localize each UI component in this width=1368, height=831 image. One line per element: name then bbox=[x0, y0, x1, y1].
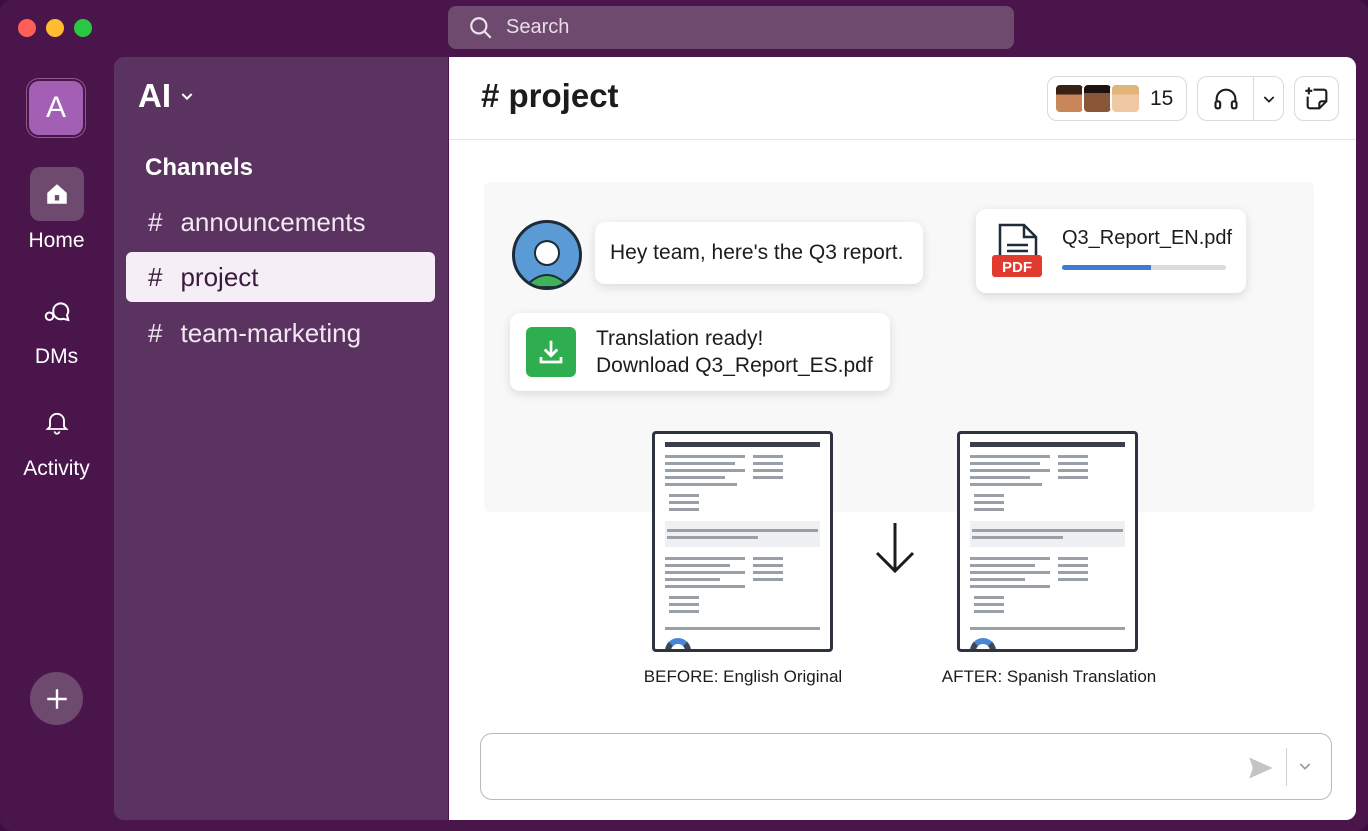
member-avatar bbox=[1054, 83, 1085, 114]
workspace-name-button[interactable]: AI bbox=[138, 77, 195, 115]
member-count: 15 bbox=[1150, 86, 1174, 110]
download-card[interactable]: Translation ready! Download Q3_Report_ES… bbox=[510, 313, 890, 391]
download-title: Translation ready! bbox=[596, 327, 764, 350]
file-attachment[interactable]: PDF Q3_Report_EN.pdf bbox=[976, 209, 1246, 293]
sidebar-item-project[interactable]: # project bbox=[126, 252, 435, 302]
sidebar-item-announcements[interactable]: # announcements bbox=[126, 197, 435, 247]
canvas-add-icon bbox=[1304, 86, 1327, 109]
download-icon bbox=[526, 327, 576, 377]
window-controls bbox=[18, 19, 92, 37]
search-icon bbox=[470, 16, 492, 39]
upload-progress-fill bbox=[1062, 265, 1151, 270]
rail-label-dms: DMs bbox=[34, 345, 79, 368]
chevron-down-icon bbox=[181, 93, 193, 101]
close-window-button[interactable] bbox=[18, 19, 36, 37]
workspace-rail: A Home DMs Activity bbox=[0, 57, 113, 831]
headphones-icon bbox=[1213, 88, 1238, 109]
sidebar-item-team-marketing[interactable]: # team-marketing bbox=[126, 308, 435, 358]
rail-label-activity: Activity bbox=[23, 457, 90, 480]
channel-header: # project 15 bbox=[449, 57, 1356, 140]
hash-icon: # bbox=[148, 206, 163, 237]
members-button[interactable]: 15 bbox=[1047, 76, 1187, 121]
member-avatar bbox=[1110, 83, 1141, 114]
user-avatar[interactable] bbox=[512, 220, 582, 290]
hash-icon: # bbox=[148, 261, 163, 292]
bell-icon bbox=[30, 395, 84, 449]
huddle-button[interactable] bbox=[1198, 85, 1253, 113]
upload-progress-bar bbox=[1062, 265, 1226, 270]
page-title[interactable]: # project bbox=[481, 77, 619, 115]
channel-label: team-marketing bbox=[180, 317, 362, 348]
workspace-name: AI bbox=[138, 77, 171, 114]
rail-item-dms[interactable]: DMs bbox=[0, 283, 113, 369]
message-text: Hey team, here's the Q3 report. bbox=[610, 241, 904, 264]
search-placeholder: Search bbox=[506, 16, 570, 38]
rail-item-activity[interactable]: Activity bbox=[0, 395, 113, 481]
message-bubble: Hey team, here's the Q3 report. bbox=[595, 222, 923, 284]
rail-label-home: Home bbox=[28, 229, 85, 252]
donut-chart-icon bbox=[665, 638, 691, 649]
add-workspace-button[interactable] bbox=[30, 672, 83, 725]
pdf-file-icon: PDF bbox=[992, 223, 1042, 277]
home-icon bbox=[29, 167, 84, 221]
dms-icon bbox=[30, 283, 84, 337]
workspace-avatar[interactable]: A bbox=[29, 81, 83, 135]
member-avatar bbox=[1082, 83, 1113, 114]
arrow-down-icon bbox=[873, 519, 917, 582]
huddle-options-button[interactable] bbox=[1254, 91, 1283, 107]
chevron-down-icon bbox=[1263, 95, 1274, 103]
channel-sidebar: AI Channels # announcements # project # … bbox=[114, 57, 448, 820]
maximize-window-button[interactable] bbox=[74, 19, 92, 37]
app-window: Search A Home DMs Activity AI Channels #… bbox=[0, 0, 1368, 831]
before-caption: BEFORE: English Original bbox=[643, 667, 843, 686]
after-caption: AFTER: Spanish Translation bbox=[941, 667, 1157, 686]
channel-label: project bbox=[180, 261, 259, 292]
message-input[interactable] bbox=[480, 733, 1332, 800]
pdf-badge: PDF bbox=[1002, 259, 1032, 276]
donut-chart-icon bbox=[970, 638, 996, 649]
hash-icon: # bbox=[148, 317, 163, 348]
search-bar[interactable]: Search bbox=[448, 6, 1014, 49]
minimize-window-button[interactable] bbox=[46, 19, 64, 37]
rail-item-home[interactable]: Home bbox=[0, 167, 113, 253]
canvas-button[interactable] bbox=[1294, 76, 1339, 121]
download-link[interactable]: Download Q3_Report_ES.pdf bbox=[596, 354, 873, 378]
document-preview-after bbox=[957, 431, 1138, 652]
send-icon[interactable] bbox=[1246, 754, 1276, 782]
document-preview-before bbox=[652, 431, 833, 652]
file-name: Q3_Report_EN.pdf bbox=[1062, 227, 1233, 249]
channel-main: # project 15 Hey team, here's the Q3 rep… bbox=[449, 57, 1356, 820]
chevron-down-icon[interactable] bbox=[1297, 758, 1313, 774]
huddle-control bbox=[1197, 76, 1284, 121]
channel-label: announcements bbox=[180, 206, 366, 237]
channels-section-title[interactable]: Channels bbox=[145, 154, 253, 182]
plus-icon bbox=[46, 688, 67, 709]
